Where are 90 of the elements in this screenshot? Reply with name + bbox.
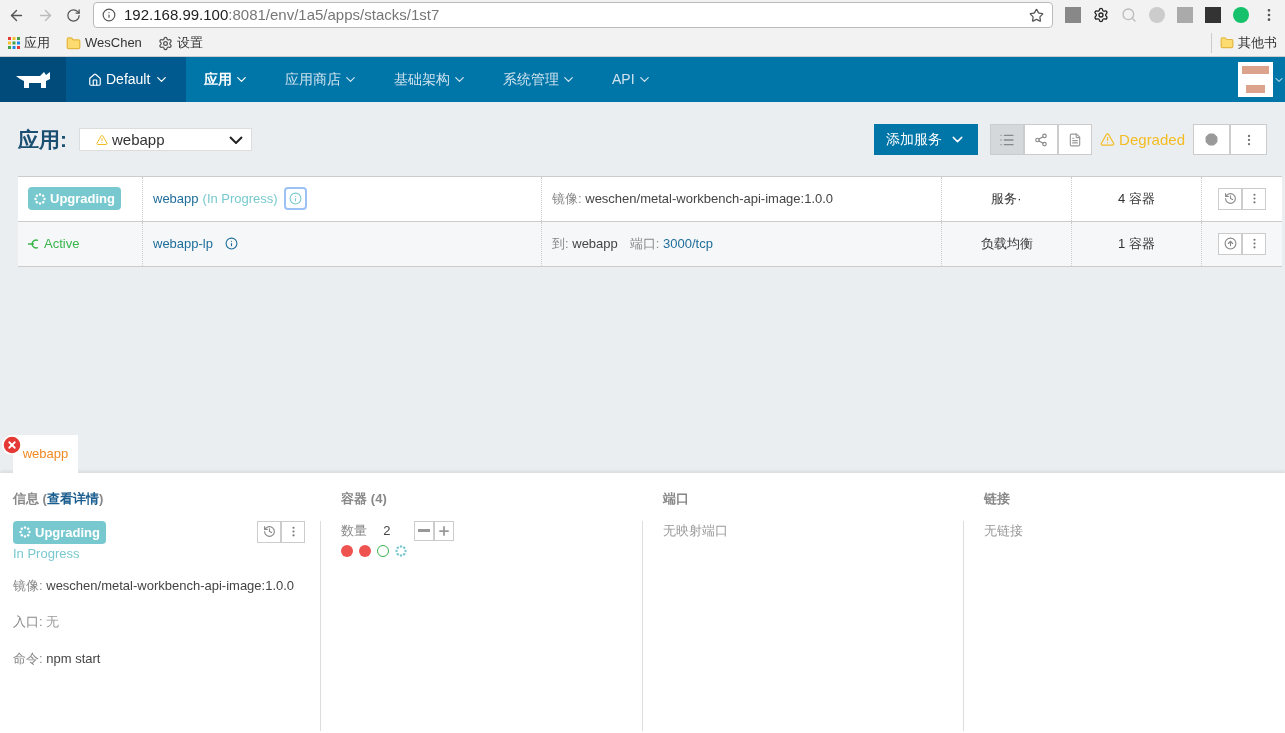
- bookmark-item[interactable]: 设置: [157, 33, 203, 53]
- graph-view-button[interactable]: [1024, 124, 1059, 156]
- service-detail: 到: webapp: [552, 234, 618, 253]
- upgrade-button[interactable]: [1218, 232, 1242, 255]
- gear-icon: [157, 35, 173, 51]
- logo-icon[interactable]: [0, 57, 66, 102]
- section-title: 信息 (查看详情): [13, 490, 105, 508]
- info-icon: [225, 237, 238, 250]
- nav-tab[interactable]: 应用: [186, 69, 267, 90]
- plus-icon: [437, 523, 452, 538]
- info-field: 镜像: weschen/metal-workbench-api-image:1.0.0: [13, 575, 306, 595]
- list-view-button[interactable]: [990, 124, 1025, 156]
- service-name-link[interactable]: webapp-lp: [153, 233, 213, 254]
- bookmark-item[interactable]: WesChen: [66, 33, 142, 53]
- section-title: 容器 (4): [341, 490, 388, 508]
- scale-value: 2: [383, 521, 391, 540]
- spinner-icon: [395, 544, 408, 557]
- bookmark-star-icon[interactable]: [1029, 7, 1044, 23]
- increase-button[interactable]: [434, 520, 455, 541]
- stop-icon: [1205, 133, 1218, 147]
- other-bookmarks[interactable]: 其他书: [1211, 33, 1277, 53]
- folder-icon: [1220, 36, 1234, 50]
- page-title: 应用:: [18, 127, 67, 153]
- history-icon: [262, 525, 276, 538]
- nav-tab[interactable]: 应用商店: [267, 69, 376, 90]
- add-service-button[interactable]: 添加服务: [874, 124, 979, 156]
- section-title: 端口: [662, 490, 690, 508]
- history-button[interactable]: [257, 520, 282, 543]
- stack-selector[interactable]: webapp: [79, 128, 252, 152]
- bookmark-item[interactable]: 应用: [8, 33, 50, 53]
- transitioning-container-icon[interactable]: [395, 544, 408, 557]
- settings-icon[interactable]: [1093, 7, 1109, 23]
- info-field: 命令: npm start: [13, 648, 306, 668]
- service-type: 负载均衡: [980, 234, 1033, 253]
- warning-icon: [1100, 132, 1116, 148]
- service-type: 服务·: [991, 189, 1022, 208]
- container-count: 1 容器: [1118, 234, 1155, 253]
- history-icon: [1223, 192, 1237, 205]
- reload-icon[interactable]: [66, 7, 81, 23]
- state-badge: Upgrading: [28, 186, 121, 211]
- empty-message: 无链接: [983, 522, 1023, 538]
- spinner-icon: [34, 192, 46, 205]
- more-button[interactable]: [281, 520, 306, 543]
- more-button[interactable]: [1230, 124, 1267, 156]
- extension-icon[interactable]: [1233, 7, 1249, 23]
- container-count: 4 容器: [1118, 189, 1155, 208]
- info-icon: [102, 8, 116, 22]
- file-view-button[interactable]: [1058, 124, 1093, 156]
- progress-note: (In Progress): [202, 189, 278, 208]
- nav-tab[interactable]: 系统管理: [485, 69, 594, 90]
- folder-icon: [66, 35, 81, 51]
- address-bar[interactable]: 192.168.99.100:8081/env/1a5/apps/stacks/1st7: [93, 2, 1053, 28]
- more-button[interactable]: [1242, 232, 1266, 255]
- info-field: 入口: 无: [13, 612, 306, 632]
- spinner-icon: [19, 526, 31, 539]
- selector-value: webapp: [112, 129, 166, 150]
- section-title: 链接: [983, 490, 1011, 508]
- stop-button[interactable]: [1193, 124, 1230, 156]
- extension-icon[interactable]: [1149, 7, 1165, 23]
- nav-tab[interactable]: 基础架构: [376, 69, 485, 90]
- caret-icon: [229, 135, 243, 144]
- warning-icon: [96, 133, 108, 146]
- state-label: Active: [28, 233, 80, 254]
- document-icon: [1068, 132, 1083, 147]
- share-icon: [1034, 132, 1049, 147]
- home-icon: [88, 72, 102, 87]
- connector-icon: [28, 238, 40, 249]
- service-name-link[interactable]: webapp: [153, 188, 199, 209]
- environment-menu[interactable]: Default: [66, 57, 186, 102]
- health-status: Degraded: [1100, 128, 1185, 151]
- empty-message: 无映射端口: [662, 522, 728, 538]
- state-badge: Upgrading: [13, 520, 106, 544]
- more-button[interactable]: [1242, 187, 1266, 210]
- history-button[interactable]: [1218, 187, 1242, 210]
- close-icon[interactable]: [1, 434, 23, 456]
- scale-label: 数量: [341, 521, 368, 540]
- apps-grid-icon: [8, 37, 20, 49]
- info-button[interactable]: [225, 237, 238, 250]
- port-detail: 端口: 3000/tcp: [629, 234, 713, 253]
- decrease-button[interactable]: [414, 520, 435, 541]
- details-link[interactable]: 查看详情: [46, 491, 99, 506]
- minus-icon: [418, 529, 431, 532]
- sub-state: In Progress: [13, 545, 81, 563]
- user-avatar[interactable]: [1238, 62, 1273, 97]
- info-icon: [288, 192, 302, 205]
- search-icon[interactable]: [1121, 7, 1137, 23]
- up-arrow-circle-icon: [1223, 237, 1237, 250]
- nav-tab[interactable]: API: [594, 69, 670, 90]
- service-detail: 镜像: weschen/metal-workbench-api-image:1.0.0: [552, 189, 834, 208]
- url-text: 192.168.99.100:8081/env/1a5/apps/stacks/1st7: [124, 4, 441, 25]
